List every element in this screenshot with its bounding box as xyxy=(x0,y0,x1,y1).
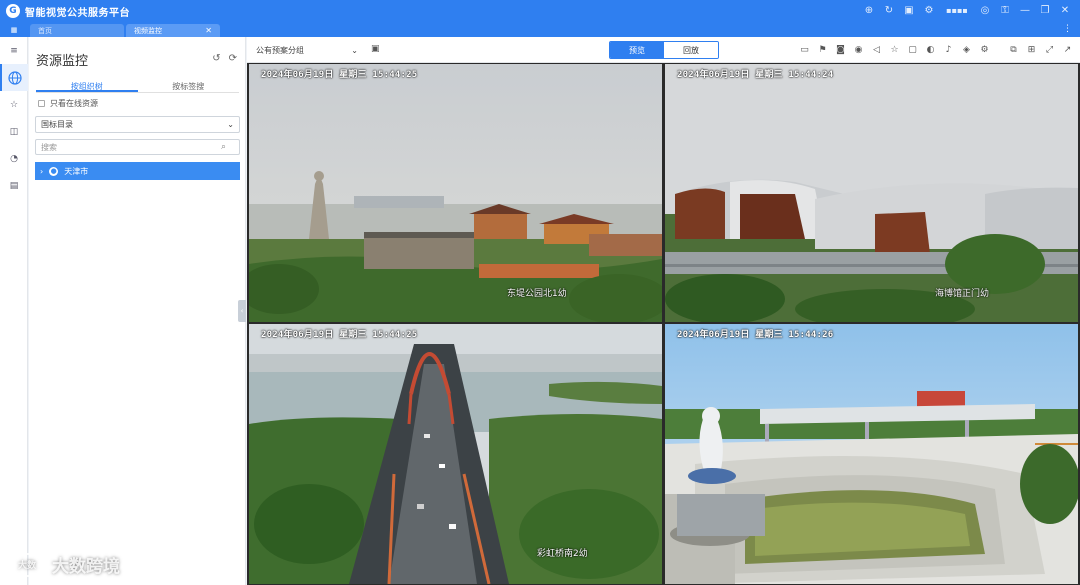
camera-timestamp: 2024年06月19日 星期三 15:44:25 xyxy=(261,70,418,80)
tree-node-root[interactable]: › ● 天津市 xyxy=(35,162,240,180)
video-cell-4[interactable]: 2024年06月19日 星期三 15:44:26 xyxy=(665,324,1078,584)
online-only-label: 只看在线资源 xyxy=(50,99,98,108)
tab-video-monitor-label: 视频监控 xyxy=(134,26,162,35)
layout-icon[interactable]: ◫ xyxy=(0,118,28,145)
panel-actions: ↺ ⟳ xyxy=(212,53,237,64)
folder-icon[interactable]: ▢ xyxy=(906,43,919,56)
video-frame-1 xyxy=(249,64,662,322)
video-frame-4 xyxy=(665,324,1078,584)
globe-icon[interactable] xyxy=(0,64,28,91)
video-grid: 2024年06月19日 星期三 15:44:25 东堤公园北1幼 2024年06… xyxy=(247,63,1080,585)
chart-icon[interactable]: ◔ xyxy=(0,145,28,172)
image-icon[interactable]: ▣ xyxy=(902,3,916,17)
panel-title: 资源监控 xyxy=(36,54,89,69)
subtab-org-tree[interactable]: 按组织树 xyxy=(36,81,138,92)
nav-rail: ≡ ☆ ◫ ◔ ▤ xyxy=(0,37,28,585)
menu-icon[interactable]: ≡ xyxy=(0,37,28,64)
toolbar-icons: ▭ ⚑ ◙ ◉ ◁ ☆ ▢ ◐ ♪ ◈ ⚙ ⧉ ⊞ ⤢ ↗ xyxy=(798,43,1074,56)
minimize-icon[interactable]: — xyxy=(1018,3,1032,17)
online-only-checkbox[interactable] xyxy=(38,100,45,107)
collapse-panel-handle[interactable]: ‹ xyxy=(238,300,246,322)
tab-home[interactable]: 首页 xyxy=(30,24,124,37)
config-icon[interactable]: ⚙ xyxy=(978,43,991,56)
subtab-tag-search[interactable]: 按标签搜 xyxy=(138,81,240,92)
language-globe-icon[interactable]: ◎ xyxy=(978,3,992,17)
sync-icon[interactable]: ⟳ xyxy=(229,53,237,64)
tab-bar: ▦ 首页 视频监控 ✕ ⋮ xyxy=(0,22,1080,37)
search-input[interactable] xyxy=(41,142,221,152)
directory-select[interactable]: 国标目录 ⌄ xyxy=(35,116,240,133)
save-icon[interactable]: ▣ xyxy=(371,44,380,54)
app-title: 智能视觉公共服务平台 xyxy=(25,7,130,19)
tab-close-icon[interactable]: ✕ xyxy=(205,26,212,35)
snapshot-icon[interactable]: ◐ xyxy=(924,43,937,56)
layers-icon[interactable]: ◈ xyxy=(960,43,973,56)
favorite-icon[interactable]: ☆ xyxy=(888,43,901,56)
external-link-icon[interactable]: ↗ xyxy=(1061,43,1074,56)
star-icon[interactable]: ☆ xyxy=(0,91,28,118)
fullscreen-icon[interactable]: ⤢ xyxy=(1043,43,1056,56)
close-window-icon[interactable]: ✕ xyxy=(1058,3,1072,17)
settings-icon[interactable]: ⚙ xyxy=(922,3,936,17)
plan-group-select[interactable]: 公有预案分组 ⌄ xyxy=(252,42,362,58)
undo-icon[interactable]: ↺ xyxy=(212,53,220,64)
speaker-icon[interactable]: ♪ xyxy=(942,43,955,56)
app-logo-icon: G xyxy=(6,4,20,18)
camera-label: 海博馆正门幼 xyxy=(935,289,990,299)
refresh-icon[interactable]: ↻ xyxy=(882,3,896,17)
lock-icon[interactable]: ⚿ xyxy=(998,3,1012,17)
tree-node-label: 天津市 xyxy=(64,166,89,176)
chevron-down-icon: ⌄ xyxy=(351,45,358,55)
online-only-toggle[interactable]: 只看在线资源 xyxy=(38,98,98,109)
chevron-down-icon: ⌄ xyxy=(227,120,234,129)
video-frame-3 xyxy=(249,324,662,584)
tab-home-label: 首页 xyxy=(38,26,52,35)
app-grid-icon[interactable]: ▦ xyxy=(0,22,28,37)
title-bar-actions: ⊕ ↻ ▣ ⚙ ▪▪▪▪ ◎ ⚿ — ❐ ✕ xyxy=(862,3,1072,17)
resource-panel: 资源监控 ↺ ⟳ 按组织树 按标签搜 只看在线资源 国标目录 ⌄ ⌕ › ● 天… xyxy=(29,37,246,585)
video-cell-1[interactable]: 2024年06月19日 星期三 15:44:25 东堤公园北1幼 xyxy=(249,64,662,322)
preview-button[interactable]: 预览 xyxy=(610,42,664,58)
grid-layout-icon[interactable]: ⊞ xyxy=(1025,43,1038,56)
flag-icon[interactable]: ⚑ xyxy=(816,43,829,56)
video-cell-3[interactable]: 2024年06月19日 星期三 15:44:25 彩虹桥南2幼 xyxy=(249,324,662,584)
region-globe-icon: ● xyxy=(49,166,59,176)
directory-select-value: 国标目录 xyxy=(41,120,73,129)
search-icon[interactable]: ⌕ xyxy=(221,142,226,152)
window-icon[interactable]: ⧉ xyxy=(1007,43,1020,56)
camera-label: 彩虹桥南2幼 xyxy=(537,549,588,559)
playback-button[interactable]: 回放 xyxy=(664,42,718,58)
add-circle-icon[interactable]: ⊕ xyxy=(862,3,876,17)
video-icon[interactable]: ▭ xyxy=(798,43,811,56)
video-toolbar: 公有预案分组 ⌄ ▣ 预览 回放 ▭ ⚑ ◙ ◉ ◁ ☆ ▢ ◐ ♪ ◈ ⚙ ⧉… xyxy=(247,37,1080,63)
title-bar: G 智能视觉公共服务平台 ⊕ ↻ ▣ ⚙ ▪▪▪▪ ◎ ⚿ — ❐ ✕ xyxy=(0,0,1080,22)
audio-icon[interactable]: ◁ xyxy=(870,43,883,56)
user-name[interactable]: ▪▪▪▪ xyxy=(942,6,972,15)
mode-toggle: 预览 回放 xyxy=(609,41,719,59)
video-cell-2[interactable]: 2024年06月19日 星期三 15:44:24 海博馆正门幼 xyxy=(665,64,1078,322)
camera-timestamp: 2024年06月19日 星期三 15:44:24 xyxy=(677,70,834,80)
more-vertical-icon[interactable]: ⋮ xyxy=(1063,24,1072,34)
tab-video-monitor[interactable]: 视频监控 ✕ xyxy=(126,24,220,37)
watermark-text: 大数跨境 xyxy=(52,557,120,577)
video-frame-2 xyxy=(665,64,1078,322)
panel-subtabs: 按组织树 按标签搜 xyxy=(36,81,239,93)
watermark-logo-icon: 大数 xyxy=(8,552,46,577)
camera-icon[interactable]: ◙ xyxy=(834,43,847,56)
camera-timestamp: 2024年06月19日 星期三 15:44:25 xyxy=(261,330,418,340)
restore-icon[interactable]: ❐ xyxy=(1038,3,1052,17)
plan-group-value: 公有预案分组 xyxy=(256,45,304,55)
chevron-right-icon[interactable]: › xyxy=(40,167,43,176)
watermark-logo: 大数 大数跨境 xyxy=(8,552,120,577)
document-icon[interactable]: ▤ xyxy=(0,172,28,199)
camera-label: 东堤公园北1幼 xyxy=(507,289,567,299)
resource-search[interactable]: ⌕ xyxy=(35,139,240,155)
camera-timestamp: 2024年06月19日 星期三 15:44:26 xyxy=(677,330,834,340)
record-icon[interactable]: ◉ xyxy=(852,43,865,56)
